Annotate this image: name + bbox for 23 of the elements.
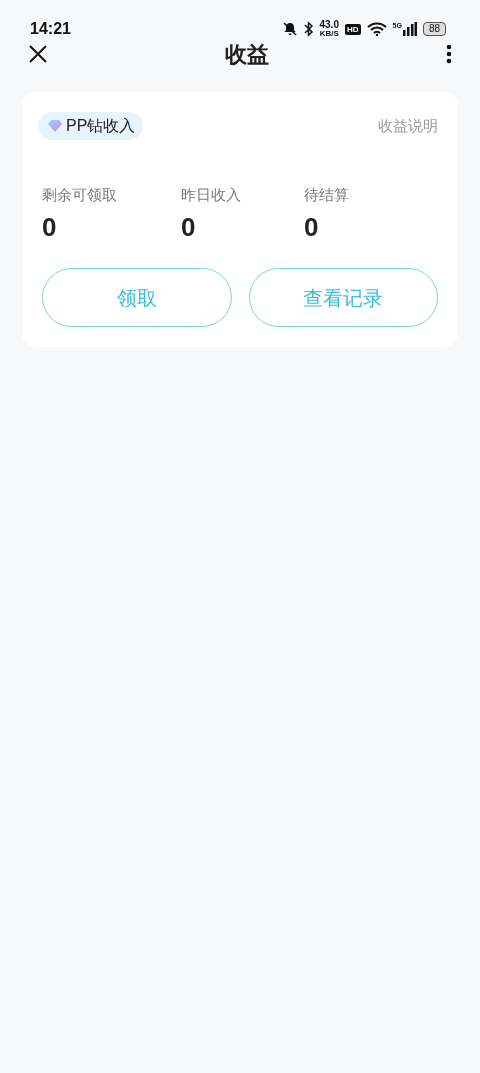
stat-label: 待结算 [304, 185, 350, 205]
stat-value: 0 [181, 212, 197, 242]
view-records-button[interactable]: 查看记录 [248, 268, 438, 327]
clock-time: 14:21 [30, 19, 71, 39]
network-speed: 43.0 [319, 20, 339, 30]
hd-badge: HD [344, 23, 361, 35]
bluetooth-icon [303, 21, 314, 37]
more-icon[interactable] [446, 44, 452, 64]
muted-bell-icon [281, 21, 298, 37]
close-icon[interactable] [28, 44, 48, 64]
claim-button[interactable]: 领取 [42, 268, 232, 327]
earnings-info-link[interactable]: 收益说明 [378, 114, 438, 138]
battery-indicator: 88 [422, 22, 446, 36]
wifi-icon [366, 22, 387, 36]
income-tag[interactable]: PP钻收入 [38, 112, 144, 140]
stat-value: 0 [42, 212, 58, 242]
signal-icon [402, 22, 417, 36]
stat-label: 昨日收入 [181, 185, 242, 205]
stat-value: 0 [304, 212, 320, 242]
speed-unit: KB/S [319, 30, 339, 38]
page-title: 收益 [225, 40, 269, 69]
diamond-icon [48, 120, 62, 132]
stat-label: 剩余可领取 [42, 185, 118, 205]
